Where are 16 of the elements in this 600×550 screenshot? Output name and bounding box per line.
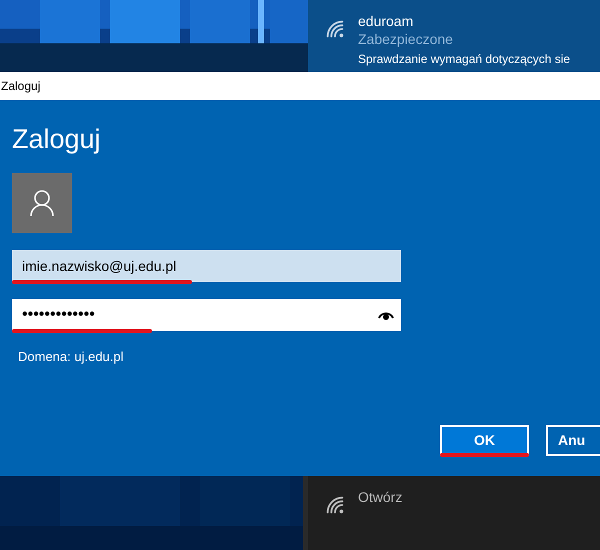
username-field[interactable]: imie.nazwisko@uj.edu.pl [12,250,401,282]
dialog-heading: Zaloguj [12,123,102,156]
network-name: eduroam [358,12,414,30]
wifi-icon [324,18,346,40]
network-item[interactable]: eduroam Zabezpieczone Sprawdzanie wymagań dotyczących sie [308,0,600,72]
network-detail: Sprawdzanie wymagań dotyczących sie [358,52,570,66]
avatar-icon [12,173,72,233]
window-title: Zaloguj [0,78,40,95]
network-status: Otwórz [358,488,402,506]
ok-button[interactable]: OK [440,424,529,456]
network-status: Zabezpieczone [358,30,454,48]
eye-icon[interactable] [378,310,394,320]
domain-label: Domena: uj.edu.pl [17,348,125,366]
cancel-button[interactable]: Anu [546,424,600,456]
wifi-icon [324,494,346,516]
password-field[interactable]: ••••••••••••• [12,299,401,331]
